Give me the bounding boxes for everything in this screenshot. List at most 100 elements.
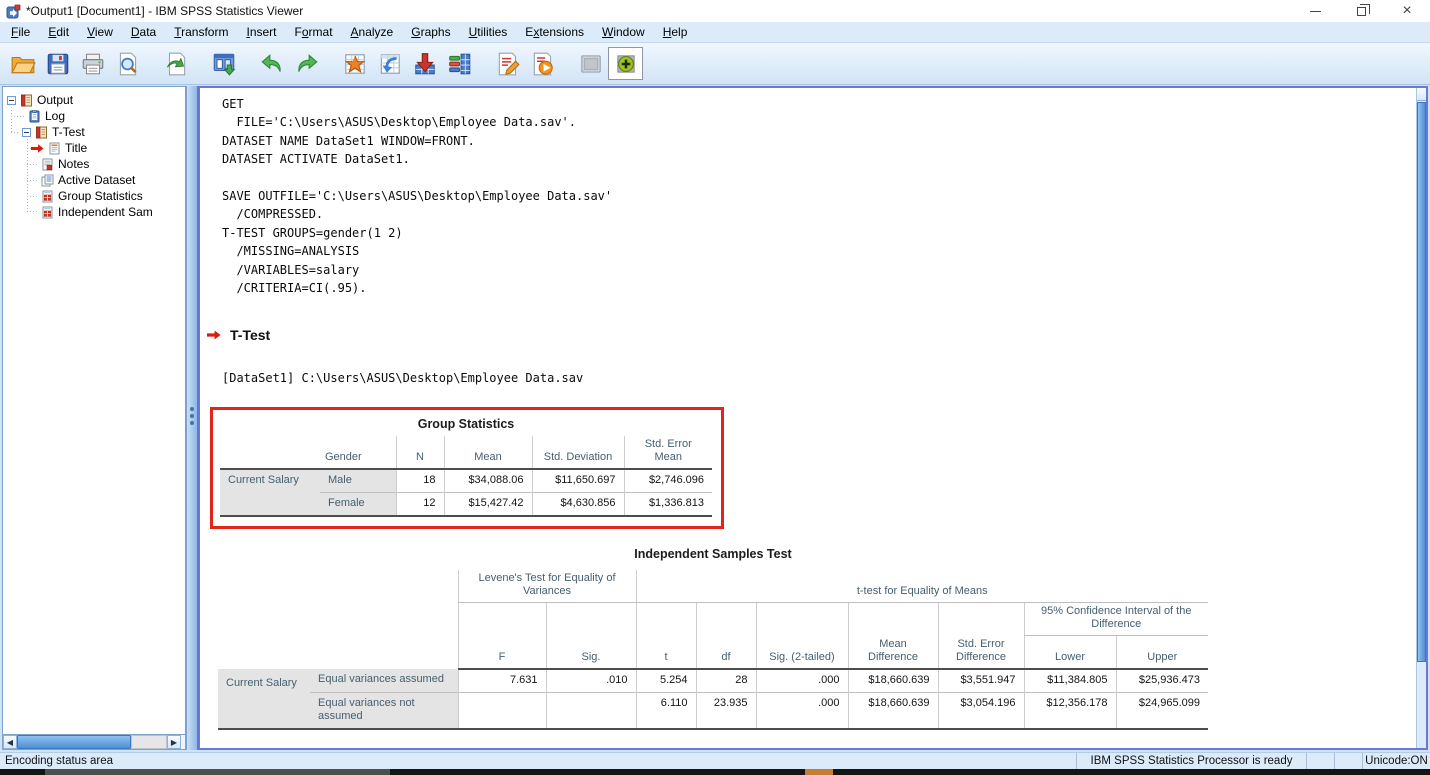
cell-sig2: .000	[756, 692, 848, 729]
scrollbar-track[interactable]	[131, 735, 167, 749]
col-header-gender: Gender	[320, 436, 396, 469]
status-encoding: Encoding status area	[0, 755, 1076, 767]
scrollbar-thumb[interactable]	[1417, 102, 1426, 662]
syntax-line	[222, 169, 612, 187]
syntax-line: DATASET NAME DataSet1 WINDOW=FRONT.	[222, 132, 612, 150]
menu-format[interactable]: Format	[286, 23, 342, 42]
col-header-se: Std. Error Mean	[624, 436, 712, 469]
edit-output-button[interactable]	[490, 47, 525, 80]
notes-icon	[41, 158, 54, 171]
outline-item-title[interactable]: Title	[31, 140, 87, 156]
scroll-left-arrow-icon[interactable]: ◀	[3, 735, 17, 749]
content-vertical-scrollbar[interactable]	[1416, 88, 1426, 748]
splitter-grip	[190, 404, 194, 428]
menu-utilities[interactable]: Utilities	[460, 23, 517, 42]
open-button[interactable]	[5, 47, 40, 80]
save-button[interactable]	[40, 47, 75, 80]
outline-item-ttest[interactable]: T-Test	[22, 124, 85, 140]
menu-file[interactable]: File	[2, 23, 39, 42]
table-row: Equal variances not assumed 6.110 23.935…	[218, 692, 1208, 729]
main-area: Output Log	[0, 85, 1430, 752]
variables-icon	[447, 51, 473, 77]
syntax-log-block[interactable]: GET FILE='C:\Users\ASUS\Desktop\Employee…	[222, 95, 612, 297]
group-statistics-selection[interactable]: Group Statistics Gender N Mean	[210, 407, 724, 529]
menu-window[interactable]: Window	[593, 23, 654, 42]
app-icon	[6, 4, 21, 19]
scroll-right-arrow-icon[interactable]: ▶	[167, 735, 181, 749]
outline-item-output[interactable]: Output	[7, 92, 73, 108]
dataset-path-line[interactable]: [DataSet1] C:\Users\ASUS\Desktop\Employe…	[222, 371, 583, 385]
menu-help[interactable]: Help	[654, 23, 697, 42]
print-icon	[80, 51, 106, 77]
row-stub-assumption: Equal variances not assumed	[310, 692, 458, 729]
row-stub-variable: Current Salary	[220, 469, 320, 516]
activate-selection-button[interactable]	[608, 47, 643, 80]
outline-item-group-statistics[interactable]: Group Statistics	[41, 188, 143, 204]
print-preview-button[interactable]	[110, 47, 145, 80]
spanner-levene: Levene's Test for Equality of Variances	[458, 570, 636, 603]
goto-data-button[interactable]	[337, 47, 372, 80]
title-bar: *Output1 [Document1] - IBM SPSS Statisti…	[0, 0, 1430, 22]
outline-item-active-dataset[interactable]: Active Dataset	[41, 172, 135, 188]
cell-mean-diff: $18,660.639	[848, 692, 938, 729]
menu-graphs[interactable]: Graphs	[402, 23, 459, 42]
save-icon	[45, 51, 71, 77]
output-book-icon	[20, 94, 33, 107]
variables-button[interactable]	[442, 47, 477, 80]
col-header-upper: Upper	[1116, 636, 1208, 669]
scroll-up-arrow-icon[interactable]	[1417, 88, 1426, 101]
recall-dialogs-button[interactable]	[206, 47, 241, 80]
goto-variable-button[interactable]	[407, 47, 442, 80]
minimize-button[interactable]	[1292, 0, 1338, 22]
collapse-expander-icon[interactable]	[22, 128, 31, 137]
menu-view[interactable]: View	[78, 23, 122, 42]
col-header-mean: Mean	[444, 436, 532, 469]
restore-icon	[1357, 7, 1366, 16]
menu-insert[interactable]: Insert	[237, 23, 285, 42]
redo-button[interactable]	[289, 47, 324, 80]
menu-edit[interactable]: Edit	[39, 23, 78, 42]
restore-button[interactable]	[1338, 0, 1384, 22]
independent-samples-block[interactable]: Independent Samples Test Levene's Test f…	[218, 547, 1208, 730]
print-button[interactable]	[75, 47, 110, 80]
taskbar-sliver	[0, 769, 1430, 775]
syntax-line: T-TEST GROUPS=gender(1 2)	[222, 224, 612, 242]
cell-se-diff: $3,054.196	[938, 692, 1024, 729]
redo-icon	[294, 51, 320, 77]
outline-item-label: Output	[37, 93, 73, 107]
goto-case-button[interactable]	[372, 47, 407, 80]
designate-window-button[interactable]	[573, 47, 608, 80]
cell-gender: Male	[320, 469, 396, 493]
undo-button[interactable]	[254, 47, 289, 80]
group-statistics-table[interactable]: Gender N Mean Std. Deviation Std. Error …	[220, 436, 712, 517]
ttest-heading[interactable]: T-Test	[230, 327, 270, 343]
outline-item-log[interactable]: Log	[28, 108, 65, 124]
menu-transform[interactable]: Transform	[165, 23, 237, 42]
scrollbar-thumb[interactable]	[17, 735, 131, 749]
pane-splitter[interactable]	[186, 86, 198, 750]
menu-analyze[interactable]: Analyze	[342, 23, 403, 42]
syntax-line: /VARIABLES=salary	[222, 261, 612, 279]
export-button[interactable]	[158, 47, 193, 80]
run-script-button[interactable]	[525, 47, 560, 80]
outline-item-label: Notes	[58, 157, 89, 171]
goto-case-icon	[377, 51, 403, 77]
status-bar: Encoding status area IBM SPSS Statistics…	[0, 752, 1430, 769]
group-statistics-title: Group Statistics	[220, 417, 712, 431]
output-content-pane: GET FILE='C:\Users\ASUS\Desktop\Employee…	[198, 86, 1428, 750]
outline-pane: Output Log	[2, 86, 186, 750]
menu-data[interactable]: Data	[122, 23, 165, 42]
outline-item-independent-samples[interactable]: Independent Sam	[41, 204, 153, 220]
cell-lower: $12,356.178	[1024, 692, 1116, 729]
independent-samples-table[interactable]: Levene's Test for Equality of Variances …	[218, 570, 1208, 730]
outline-item-notes[interactable]: Notes	[41, 156, 89, 172]
cell-n: 18	[396, 469, 444, 493]
close-button[interactable]: ×	[1384, 0, 1430, 22]
cell-upper: $24,965.099	[1116, 692, 1208, 729]
log-icon	[28, 110, 41, 123]
outline-horizontal-scrollbar[interactable]: ◀ ▶	[3, 734, 185, 749]
menu-extensions[interactable]: Extensions	[516, 23, 593, 42]
collapse-expander-icon[interactable]	[7, 96, 16, 105]
col-header-mean-diff: Mean Difference	[848, 636, 938, 669]
col-header-sig: Sig.	[546, 636, 636, 669]
